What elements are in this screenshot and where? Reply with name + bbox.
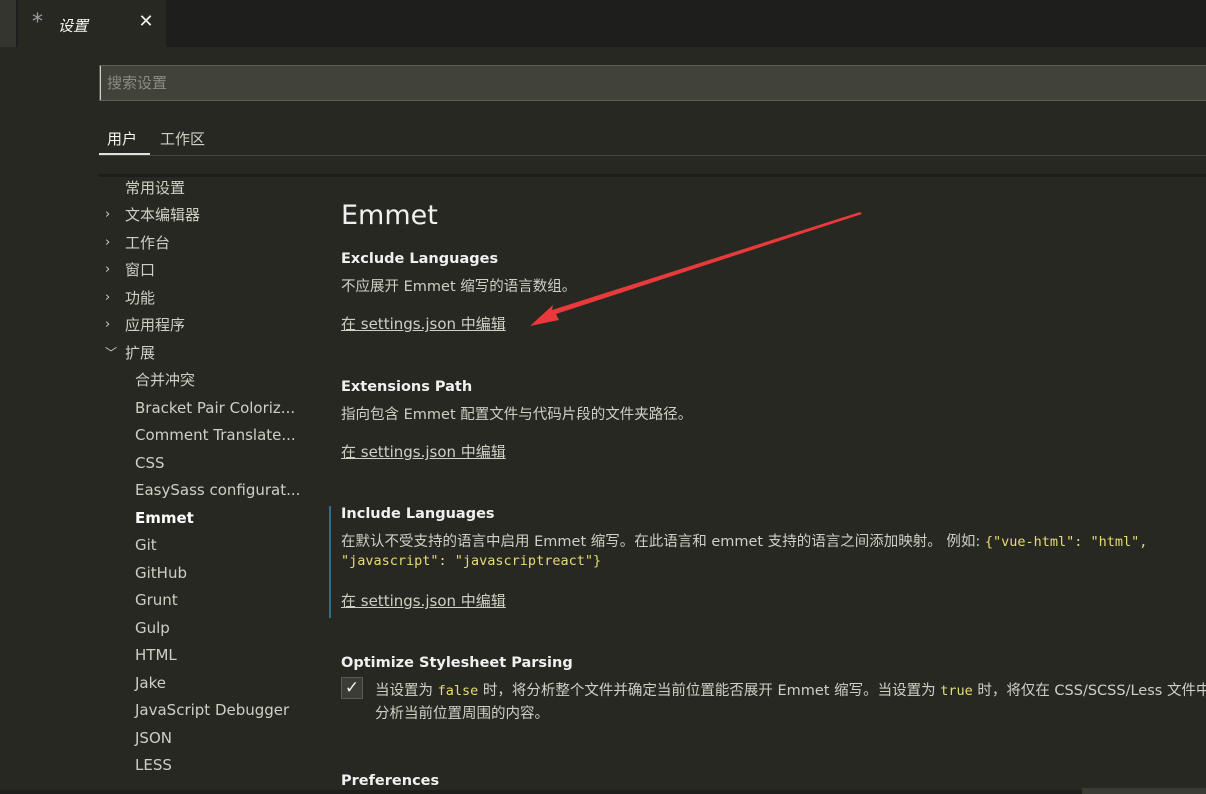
bottom-right-control bbox=[1082, 788, 1206, 794]
bottom-edge bbox=[0, 790, 1206, 794]
red-arrow-annotation bbox=[530, 212, 862, 326]
annotation-arrow-overlay bbox=[530, 212, 862, 326]
